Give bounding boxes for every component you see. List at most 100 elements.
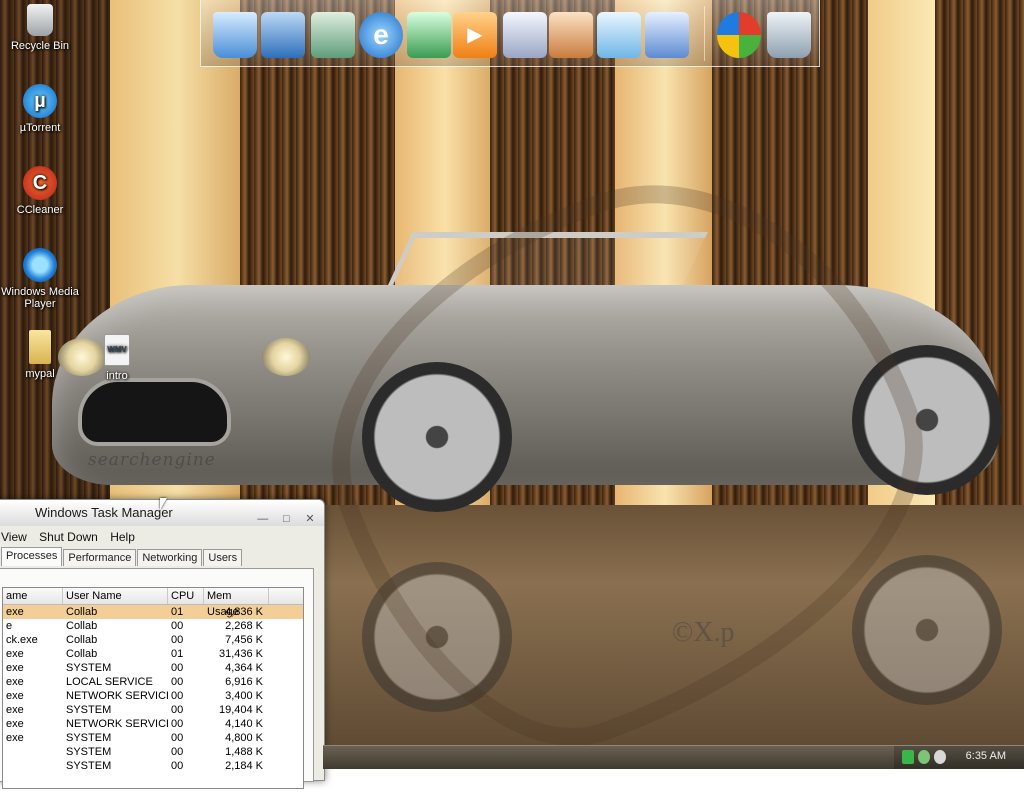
tab-bar: Processes Performance Networking Users [1, 547, 243, 569]
process-name [3, 745, 63, 759]
process-user: Collab [66, 620, 98, 632]
utorrent-tray-icon[interactable] [918, 750, 930, 764]
table-row[interactable]: e Collab 00 2,268 K [3, 619, 303, 633]
ccleaner-icon: C [23, 166, 57, 200]
process-list[interactable]: ame User Name CPU Mem Usage exe Collab 0… [2, 587, 304, 789]
table-row[interactable]: exe SYSTEM 00 4,364 K [3, 661, 303, 675]
desktop-icon-ccleaner[interactable]: C CCleaner [0, 166, 80, 216]
desktop-icon-windows-media-player[interactable]: Windows Media Player [0, 248, 80, 310]
table-row[interactable]: exe NETWORK SERVICE 00 4,140 K [3, 717, 303, 731]
disk-icon[interactable] [645, 12, 689, 58]
task-manager-window: Windows Task Manager — □ ✕ View Shut Dow… [0, 499, 325, 789]
wallpaper-watermark-text: searchengine [88, 450, 216, 470]
table-row[interactable]: exe NETWORK SERVICE 00 3,400 K [3, 689, 303, 703]
table-row[interactable]: ck.exe Collab 00 7,456 K [3, 633, 303, 647]
desktop-icon-intro[interactable]: WMV intro [77, 334, 157, 382]
paint-icon[interactable] [549, 12, 593, 58]
table-row[interactable]: exe SYSTEM 00 19,404 K [3, 703, 303, 717]
process-mem: 6,916 K [225, 676, 263, 688]
column-header-user-name[interactable]: User Name [63, 588, 168, 604]
mouse-pointer-icon [160, 498, 167, 510]
table-row[interactable]: exe LOCAL SERVICE 00 6,916 K [3, 675, 303, 689]
car-headlight [262, 338, 310, 376]
processes-panel: ame User Name CPU Mem Usage exe Collab 0… [0, 568, 314, 789]
desktop-icon-label: µTorrent [19, 122, 61, 134]
process-user: NETWORK SERVICE [66, 718, 168, 730]
process-mem: 19,404 K [218, 704, 263, 716]
desktop-icon-recycle-bin[interactable]: Recycle Bin [0, 4, 80, 52]
column-header-mem-usage[interactable]: Mem Usage [204, 588, 269, 618]
desktop-icon-label: Recycle Bin [10, 40, 70, 52]
trash-icon[interactable] [767, 12, 811, 58]
table-row[interactable]: SYSTEM 00 1,488 K [3, 745, 303, 759]
process-user: Collab [66, 634, 98, 646]
minimize-button[interactable]: — [255, 512, 271, 526]
computer-icon[interactable] [213, 12, 257, 58]
window-title: Windows Task Manager [35, 505, 173, 520]
process-cpu: 00 [171, 718, 184, 730]
calculator-icon[interactable] [503, 12, 547, 58]
windows-start-icon[interactable] [717, 12, 761, 58]
column-header-image-name[interactable]: ame [3, 588, 63, 604]
network-tray-icon[interactable] [934, 750, 946, 764]
process-mem: 2,184 K [225, 760, 263, 772]
process-cpu: 00 [171, 634, 184, 646]
process-name: exe [6, 690, 24, 702]
process-name: exe [6, 606, 24, 618]
process-mem: 4,364 K [225, 662, 263, 674]
process-user: Collab [66, 606, 98, 618]
process-user: SYSTEM [66, 732, 112, 744]
network-icon[interactable] [261, 12, 305, 58]
process-name: exe [6, 676, 24, 688]
monitor-icon[interactable] [407, 12, 451, 58]
folder-icon [29, 330, 51, 364]
table-row[interactable]: exe SYSTEM 00 4,800 K [3, 731, 303, 745]
process-mem: 2,268 K [225, 620, 263, 632]
tab-users[interactable]: Users [203, 549, 243, 566]
desktop-icon-mypal[interactable]: mypal [0, 330, 80, 380]
internet-explorer-icon[interactable]: e [359, 12, 403, 58]
process-mem: 31,436 K [218, 648, 263, 660]
desktop-icon-label: intro [106, 370, 128, 382]
process-name: ck.exe [6, 634, 38, 646]
tab-performance[interactable]: Performance [63, 549, 137, 566]
process-name: exe [6, 718, 24, 730]
process-cpu: 00 [171, 620, 184, 632]
process-cpu: 00 [171, 704, 184, 716]
documents-icon[interactable] [311, 12, 355, 58]
tab-processes[interactable]: Processes [1, 547, 63, 566]
process-cpu: 00 [171, 662, 184, 674]
desktop-icon-label: mypal [25, 368, 55, 380]
table-row[interactable]: exe Collab 01 31,436 K [3, 647, 303, 661]
notepad-icon[interactable] [597, 12, 641, 58]
close-button[interactable]: ✕ [302, 512, 318, 526]
process-name [3, 759, 63, 773]
battery-icon[interactable] [902, 750, 914, 764]
maximize-button[interactable]: □ [278, 512, 294, 526]
menu-view[interactable]: View [1, 530, 27, 544]
dock-separator [704, 6, 705, 61]
process-user: LOCAL SERVICE [66, 676, 153, 688]
media-player-icon[interactable]: ▶ [453, 12, 497, 58]
process-cpu: 00 [171, 732, 184, 744]
process-cpu: 00 [171, 746, 184, 758]
clock[interactable]: 6:35 AM [966, 750, 1006, 762]
menu-shut-down[interactable]: Shut Down [39, 530, 98, 544]
windows-media-player-icon [23, 248, 57, 282]
table-row[interactable]: exe Collab 01 4,836 K [3, 605, 303, 619]
process-mem: 7,456 K [225, 634, 263, 646]
wmv-file-icon: WMV [104, 334, 130, 366]
process-user: SYSTEM [66, 760, 112, 772]
process-cpu: 00 [171, 676, 184, 688]
process-cpu: 00 [171, 690, 184, 702]
desktop-icon-label: CCleaner [16, 204, 64, 216]
car-grille [78, 378, 231, 446]
table-row[interactable]: SYSTEM 00 2,184 K [3, 759, 303, 773]
desktop-icon-utorrent[interactable]: µ µTorrent [0, 84, 80, 134]
process-name: e [6, 620, 13, 632]
process-name: exe [6, 732, 24, 744]
menu-help[interactable]: Help [110, 530, 135, 544]
system-tray: 6:35 AM [894, 746, 1024, 769]
column-header-cpu[interactable]: CPU [168, 588, 204, 604]
tab-networking[interactable]: Networking [137, 549, 203, 566]
